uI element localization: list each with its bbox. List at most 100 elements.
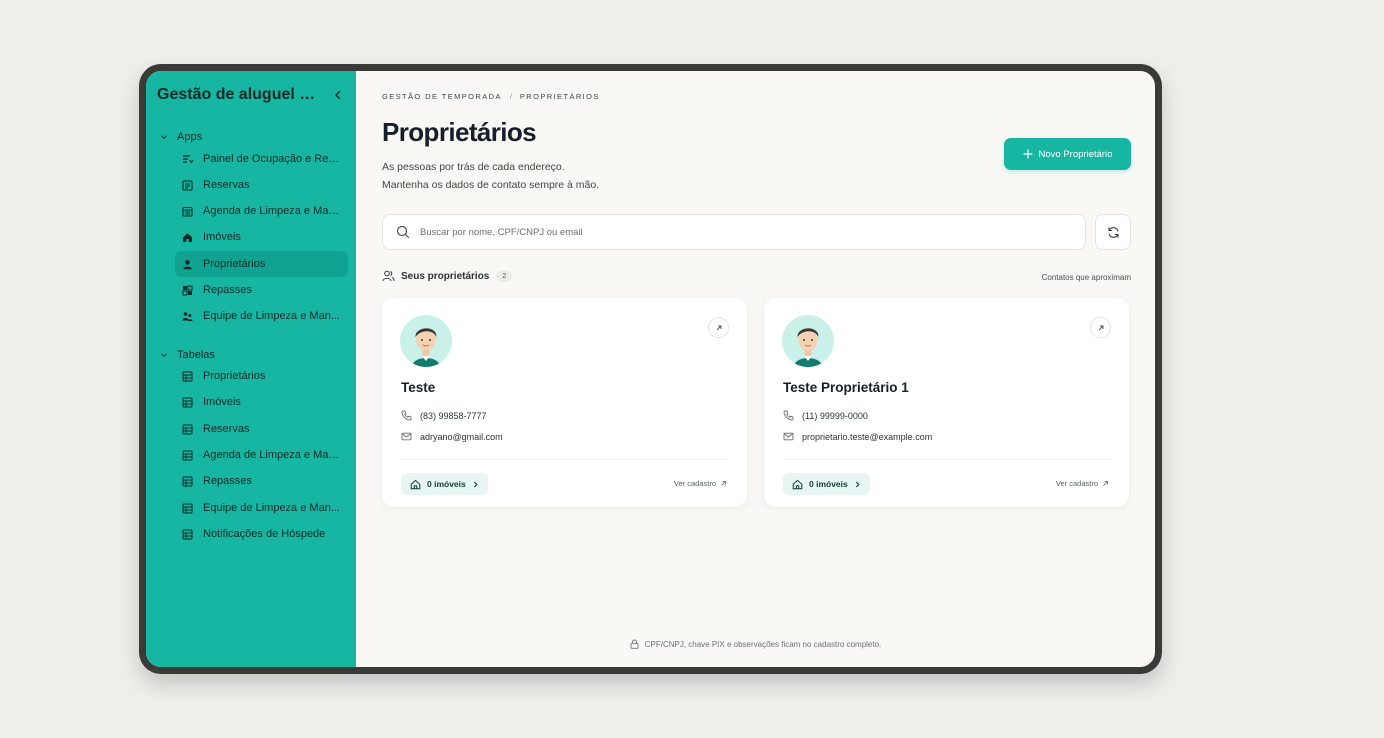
sidebar-item-equipe[interactable]: Equipe de Limpeza e Man... [175, 303, 348, 329]
card-divider [783, 459, 1110, 460]
app-title: Gestão de aluguel p... [157, 86, 317, 103]
owners-list-title: Seus proprietários [401, 270, 490, 282]
table-icon [182, 424, 193, 435]
avatar-illustration [412, 327, 440, 367]
owner-phone: (83) 99858-7777 [420, 410, 487, 421]
owner-properties-label: 0 imóveis [427, 479, 466, 489]
avatar [782, 315, 834, 367]
chevron-left-icon [335, 90, 341, 100]
owner-name: Teste [401, 380, 436, 395]
search-icon [396, 225, 410, 239]
owner-name: Teste Proprietário 1 [783, 380, 909, 395]
refresh-icon [1107, 226, 1119, 238]
home-outline-icon [792, 479, 803, 489]
see-record-label: Ver cadastro [673, 479, 716, 488]
subtitle-line: Mantenha os dados de contato sempre à mã… [382, 179, 600, 191]
avatar-illustration [794, 327, 822, 367]
sidebar-table-proprietarios[interactable]: Proprietários [175, 363, 348, 389]
main-content: GESTÃO DE TEMPORADA / PROPRIETÁRIOS Prop… [356, 71, 1155, 667]
table-icon [182, 529, 193, 540]
owner-phone-row: (11) 99999-0000 [783, 410, 868, 421]
sidebar-table-equipe[interactable]: Equipe de Limpeza e Man... [175, 495, 348, 521]
mail-icon [401, 432, 412, 441]
arrow-up-right-icon [1098, 325, 1103, 330]
sidebar-group-label: Tabelas [177, 349, 215, 361]
sidebar-table-imoveis[interactable]: Imóveis [175, 389, 348, 415]
sidebar-item-label: Proprietários [203, 258, 266, 270]
footer-note: CPF/CNPJ, chave PIX e observações ficam … [356, 639, 1155, 649]
sidebar-header: Gestão de aluguel p... [157, 85, 347, 105]
sidebar-item-reservas[interactable]: Reservas [175, 172, 348, 198]
collapse-sidebar-button[interactable] [329, 86, 347, 104]
sidebar-item-label: Equipe de Limpeza e Man... [203, 310, 340, 322]
table-icon [182, 503, 193, 514]
table-icon [182, 476, 193, 487]
chart-lines-icon [182, 154, 193, 165]
owner-properties-button[interactable]: 0 imóveis [783, 473, 870, 495]
owner-card[interactable]: Teste Proprietário 1 (11) 99999-0000 pro… [764, 298, 1129, 507]
owner-see-record-link[interactable]: Ver cadastro [674, 479, 727, 488]
owner-phone: (11) 99999-0000 [802, 410, 868, 421]
sidebar-item-label: Repasses [203, 475, 252, 487]
search-input[interactable] [420, 226, 1020, 238]
sidebar-item-label: Notificações de Hóspede [203, 528, 326, 540]
phone-icon [401, 410, 412, 421]
sidebar-item-label: Imóveis [203, 231, 241, 243]
table-icon [182, 450, 193, 461]
sidebar-item-label: Imóveis [203, 396, 241, 408]
sidebar-table-reservas[interactable]: Reservas [175, 416, 348, 442]
chevron-down-icon [161, 135, 167, 140]
phone-icon [783, 410, 794, 421]
owner-properties-button[interactable]: 0 imóveis [401, 473, 488, 495]
refresh-button[interactable] [1095, 214, 1131, 250]
table-icon [182, 397, 193, 408]
breadcrumb-root[interactable]: GESTÃO DE TEMPORADA [382, 92, 502, 101]
open-owner-button[interactable] [1090, 317, 1111, 338]
users-icon [382, 270, 395, 282]
owner-email-row: adryano@gmail.com [401, 431, 503, 442]
footer-note-text: CPF/CNPJ, chave PIX e observações ficam … [644, 639, 882, 649]
breadcrumb: GESTÃO DE TEMPORADA / PROPRIETÁRIOS [382, 92, 600, 101]
home-outline-icon [410, 479, 421, 489]
arrow-up-right-icon [1103, 481, 1108, 486]
chevron-right-icon [473, 481, 478, 487]
grid-icon [182, 285, 193, 296]
sidebar-table-notificacoes[interactable]: Notificações de Hóspede [175, 521, 348, 547]
owner-see-record-link[interactable]: Ver cadastro [1056, 479, 1109, 488]
team-icon [182, 311, 193, 322]
list-icon [182, 179, 193, 191]
home-icon [182, 232, 193, 243]
chevron-down-icon [161, 353, 167, 358]
owners-list-note: Contatos que aproximam [1041, 273, 1131, 282]
sidebar-item-label: Agenda de Limpeza e Man... [203, 205, 343, 217]
sidebar-table-agenda[interactable]: Agenda de Limpeza e Man... [175, 442, 348, 468]
owner-card[interactable]: Teste (83) 99858-7777 adryano@gmail.com … [382, 298, 747, 507]
sidebar-item-label: Proprietários [203, 370, 266, 382]
sidebar-item-agenda[interactable]: Agenda de Limpeza e Man... [175, 198, 348, 224]
app-screen: Gestão de aluguel p... Apps Painel de Oc… [146, 71, 1155, 667]
device-frame: Gestão de aluguel p... Apps Painel de Oc… [139, 64, 1162, 674]
page-title: Proprietários [382, 117, 537, 147]
sidebar: Gestão de aluguel p... Apps Painel de Oc… [146, 71, 356, 667]
sidebar-item-imoveis[interactable]: Imóveis [175, 224, 348, 250]
chevron-right-icon [855, 481, 860, 487]
breadcrumb-separator: / [509, 92, 512, 101]
new-owner-button[interactable]: Novo Proprietário [1004, 138, 1131, 170]
owners-count-badge: 2 [496, 270, 513, 282]
sidebar-item-painel[interactable]: Painel de Ocupação e Rec... [175, 146, 348, 172]
card-divider [401, 459, 728, 460]
open-owner-button[interactable] [708, 317, 729, 338]
arrow-up-right-icon [716, 325, 721, 330]
see-record-label: Ver cadastro [1055, 479, 1098, 488]
sidebar-table-repasses[interactable]: Repasses [175, 468, 348, 494]
sidebar-item-proprietarios[interactable]: Proprietários [175, 251, 348, 277]
owner-email: proprietario.teste@example.com [802, 431, 933, 442]
owner-email-row: proprietario.teste@example.com [783, 431, 932, 442]
owners-list-header: Seus proprietários 2 [382, 270, 513, 282]
sidebar-item-label: Repasses [203, 284, 252, 296]
avatar [400, 315, 452, 367]
sidebar-group-tabelas[interactable]: Tabelas [160, 349, 215, 361]
sidebar-group-apps[interactable]: Apps [160, 131, 202, 143]
sidebar-item-repasses[interactable]: Repasses [175, 277, 348, 303]
sidebar-item-label: Reservas [203, 179, 250, 191]
